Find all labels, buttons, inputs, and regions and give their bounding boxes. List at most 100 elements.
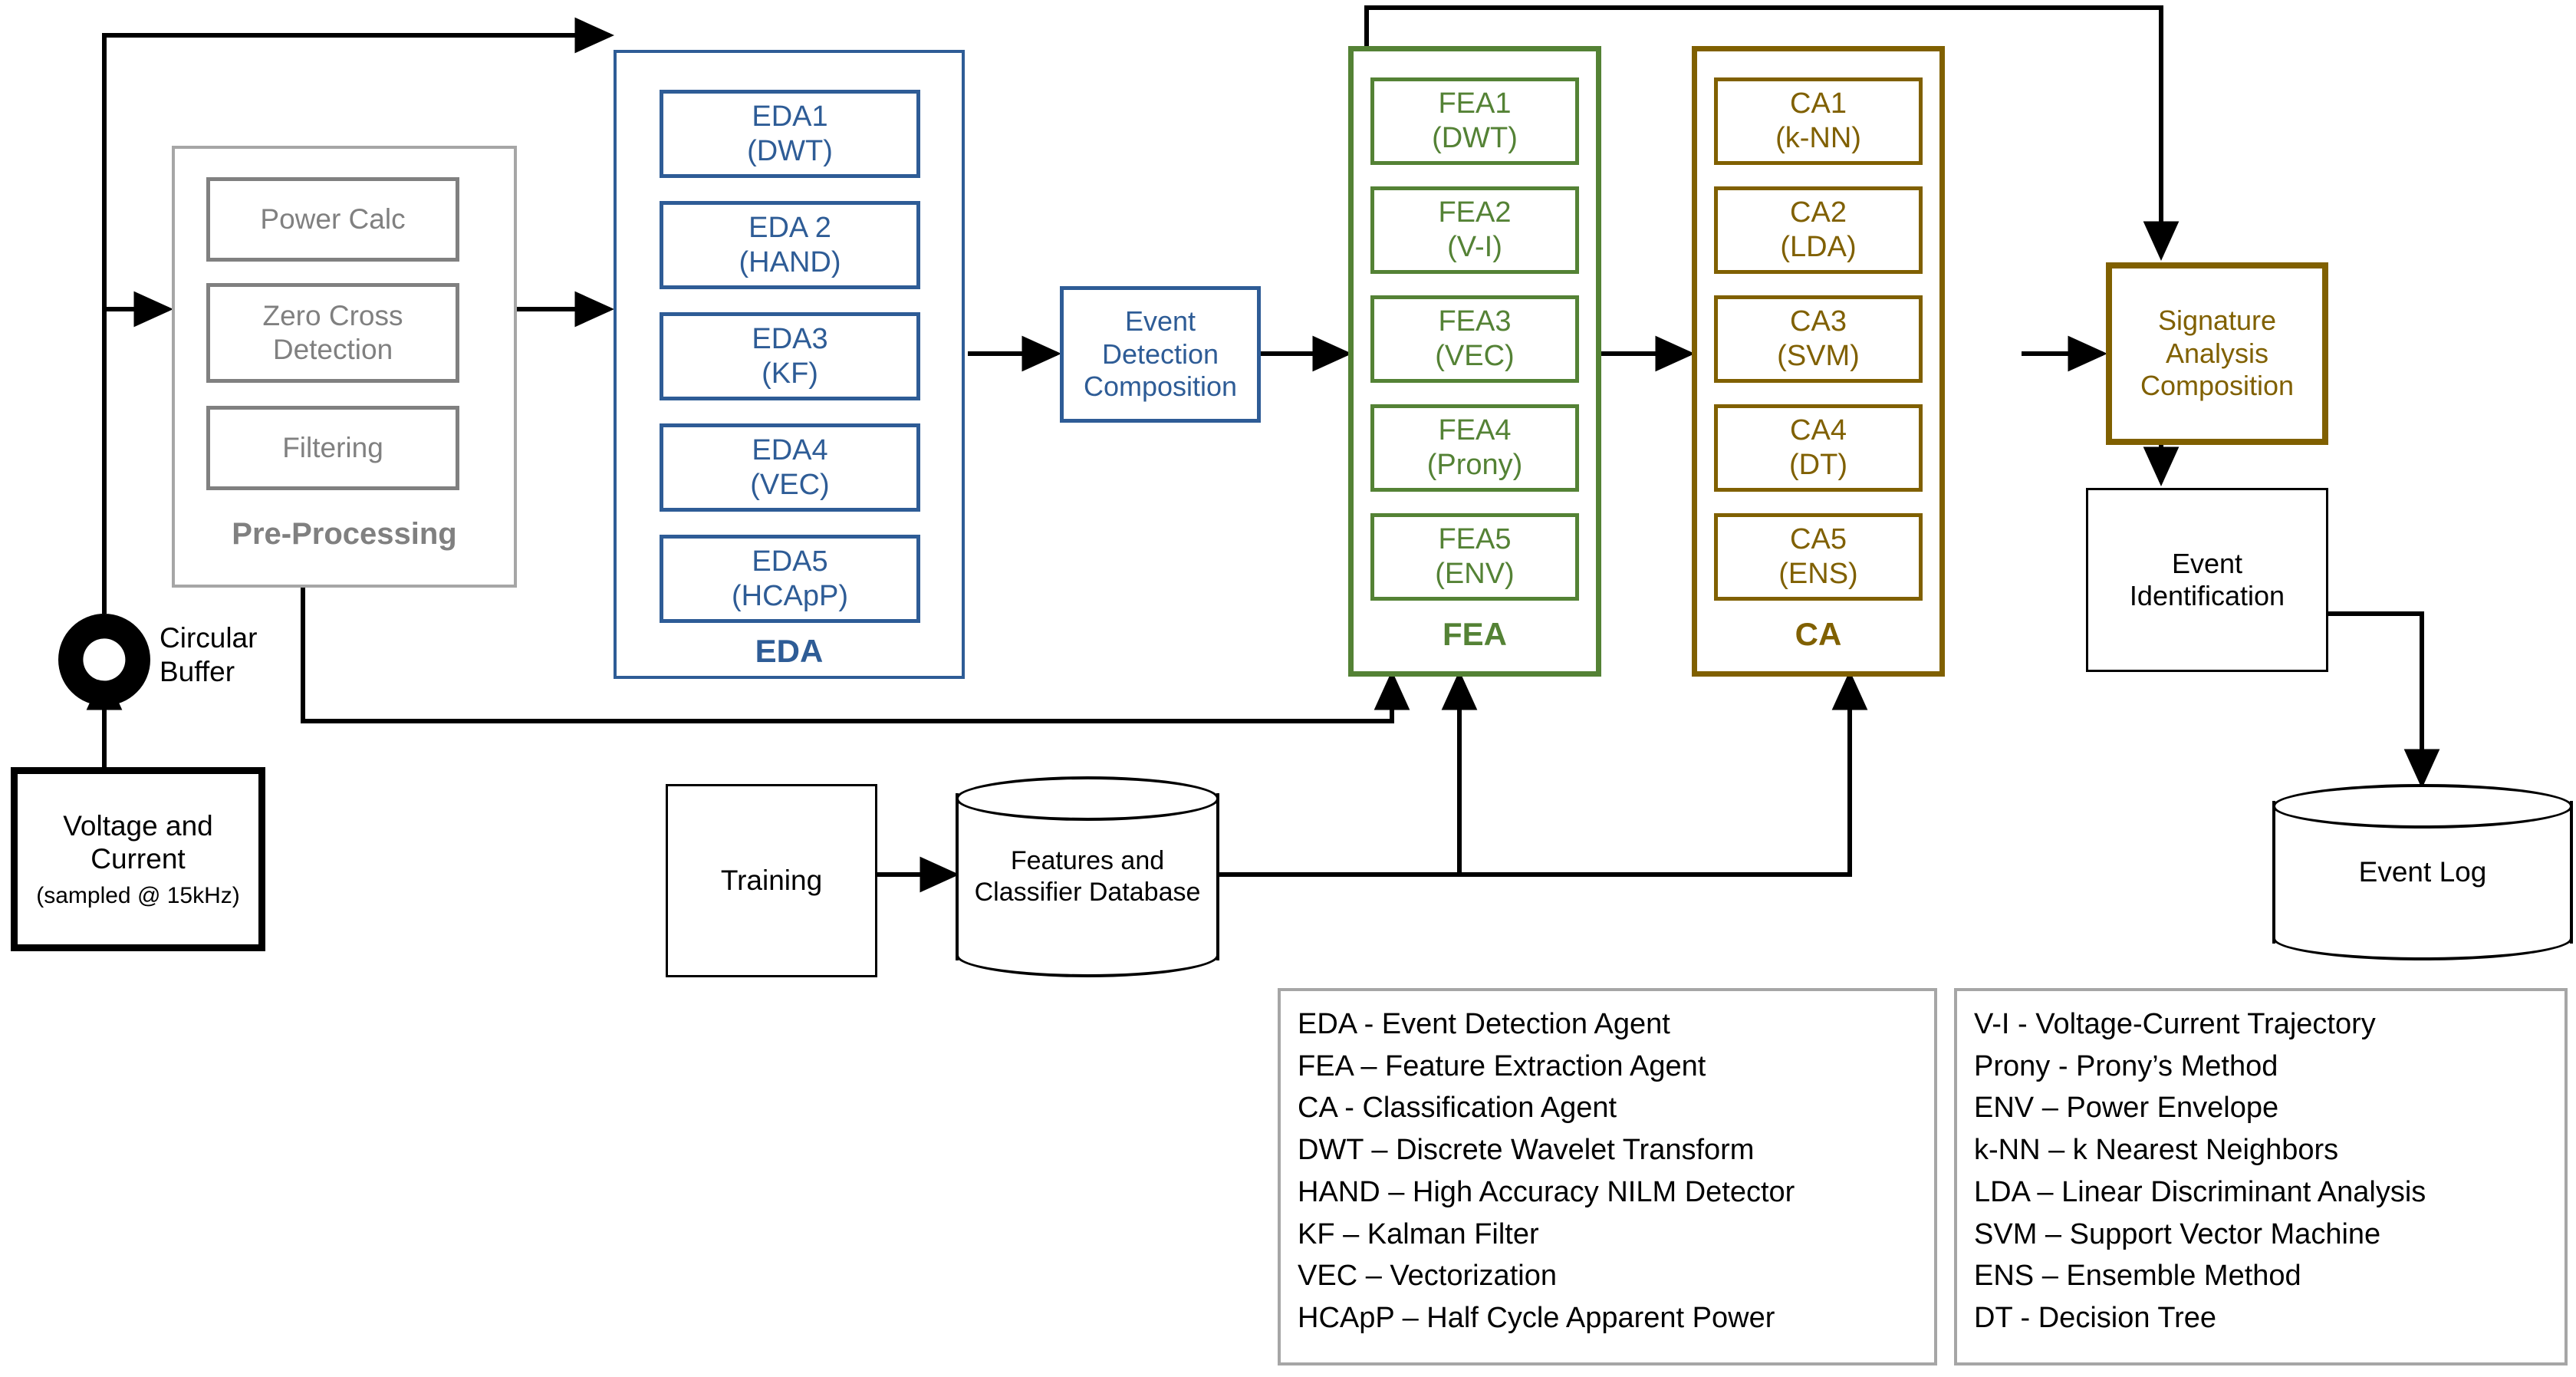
event-detection-composition-box: Event Detection Composition xyxy=(1060,286,1261,423)
ca-agent-4-name: CA4 xyxy=(1790,414,1847,447)
ca-agent-3-name: CA3 xyxy=(1790,305,1847,338)
ca-agent-2: CA2 (LDA) xyxy=(1714,186,1923,274)
ca-agent-5: CA5 (ENS) xyxy=(1714,513,1923,601)
fea-agent-3-name: FEA3 xyxy=(1438,305,1512,338)
features-classifier-database: Features and Classifier Database xyxy=(956,776,1219,977)
preprocessing-label-zero-cross-1: Zero Cross xyxy=(262,300,403,332)
circular-buffer-label: Circular Buffer xyxy=(160,621,344,690)
legend-left-item-1: FEA – Feature Extraction Agent xyxy=(1298,1049,1706,1082)
source-line1: Voltage and xyxy=(63,809,213,842)
sac-line2: Analysis xyxy=(2165,337,2269,369)
legend-left-item-5: KF – Kalman Filter xyxy=(1298,1217,1539,1250)
legend-left-item-2: CA - Classification Agent xyxy=(1298,1092,1617,1125)
eda-agent-2: EDA 2 (HAND) xyxy=(660,201,920,289)
preprocessing-label-filtering: Filtering xyxy=(282,432,383,464)
eda-agent-2-name: EDA 2 xyxy=(748,211,831,244)
event-identification-line1: Event xyxy=(2171,547,2243,579)
legend-right-item-2: ENV – Power Envelope xyxy=(1974,1092,2279,1125)
circular-buffer-line2: Buffer xyxy=(160,656,235,688)
legend-left-item-6: VEC – Vectorization xyxy=(1298,1260,1557,1293)
ca-agent-4: CA4 (DT) xyxy=(1714,404,1923,492)
event-log-cylinder-top xyxy=(2272,784,2573,829)
voltage-current-source-box: Voltage and Current (sampled @ 15kHz) xyxy=(11,767,265,951)
training-box: Training xyxy=(666,784,877,977)
eda-agent-3-method: (KF) xyxy=(762,357,818,390)
eda-agent-1-method: (DWT) xyxy=(747,134,833,167)
fea-agent-1-name: FEA1 xyxy=(1438,87,1512,120)
eda-agent-5-method: (HCApP) xyxy=(731,579,849,612)
preprocessing-block-filtering: Filtering xyxy=(206,406,459,490)
eda-agent-2-method: (HAND) xyxy=(739,245,841,278)
wire-database-to-ca xyxy=(1218,670,1868,877)
ca-agent-2-method: (LDA) xyxy=(1780,231,1857,263)
ca-agent-3-method: (SVM) xyxy=(1777,340,1860,372)
source-line2: Current xyxy=(90,843,186,875)
legend-right-item-7: DT - Decision Tree xyxy=(1974,1302,2217,1335)
preprocessing-label-power-calc: Power Calc xyxy=(260,203,406,236)
legend-left: EDA - Event Detection Agent FEA – Featur… xyxy=(1278,988,1937,1365)
fea-agent-3: FEA3 (VEC) xyxy=(1370,295,1579,383)
fea-agent-2-method: (V-I) xyxy=(1447,231,1502,263)
ca-title: CA xyxy=(1795,616,1842,652)
eda-title: EDA xyxy=(755,633,824,669)
fea-agent-5-method: (ENV) xyxy=(1435,558,1515,590)
fea-agent-5-name: FEA5 xyxy=(1438,523,1512,556)
edc-line2: Detection xyxy=(1101,338,1219,370)
ca-panel: CA1 (k-NN) CA2 (LDA) CA3 (SVM) CA4 (DT) … xyxy=(1692,46,1945,677)
edc-line3: Composition xyxy=(1083,371,1238,403)
signature-analysis-composition-box: Signature Analysis Composition xyxy=(2106,262,2328,445)
fea-agent-2-name: FEA2 xyxy=(1438,196,1512,229)
sac-line1: Signature xyxy=(2157,305,2277,337)
fea-panel: FEA1 (DWT) FEA2 (V-I) FEA3 (VEC) FEA4 (P… xyxy=(1348,46,1601,677)
legend-right-item-0: V-I - Voltage-Current Trajectory xyxy=(1974,1008,2376,1040)
preprocessing-label-zero-cross-2: Detection xyxy=(272,334,393,365)
eda-agent-5: EDA5 (HCApP) xyxy=(660,535,920,623)
features-db-line1: Features and xyxy=(1010,846,1165,876)
fea-agent-5: FEA5 (ENV) xyxy=(1370,513,1579,601)
ca-agent-5-name: CA5 xyxy=(1790,523,1847,556)
legend-left-item-0: EDA - Event Detection Agent xyxy=(1298,1008,1670,1040)
event-log-label: Event Log xyxy=(2358,855,2487,888)
ca-agent-4-method: (DT) xyxy=(1789,449,1847,481)
fea-agent-4: FEA4 (Prony) xyxy=(1370,404,1579,492)
legend-right-item-1: Prony - Prony’s Method xyxy=(1974,1049,2278,1082)
eda-agent-1: EDA1 (DWT) xyxy=(660,90,920,178)
eda-agent-4-method: (VEC) xyxy=(750,468,830,501)
eda-agent-3-name: EDA3 xyxy=(752,322,828,355)
event-identification-line2: Identification xyxy=(2129,580,2285,611)
eda-agent-4: EDA4 (VEC) xyxy=(660,423,920,512)
circular-buffer-line1: Circular xyxy=(160,622,258,654)
legend-right-item-4: LDA – Linear Discriminant Analysis xyxy=(1974,1175,2426,1208)
circular-buffer-icon xyxy=(58,614,150,706)
fea-agent-2: FEA2 (V-I) xyxy=(1370,186,1579,274)
event-identification-box: Event Identification xyxy=(2086,488,2328,672)
ca-agent-1: CA1 (k-NN) xyxy=(1714,77,1923,165)
legend-left-item-4: HAND – High Accuracy NILM Detector xyxy=(1298,1175,1795,1208)
eda-panel: EDA1 (DWT) EDA 2 (HAND) EDA3 (KF) EDA4 (… xyxy=(614,50,965,679)
ca-agent-3: CA3 (SVM) xyxy=(1714,295,1923,383)
preprocessing-block-power-calc: Power Calc xyxy=(206,177,459,262)
fea-agent-4-method: (Prony) xyxy=(1426,449,1523,481)
legend-left-item-3: DWT – Discrete Wavelet Transform xyxy=(1298,1134,1755,1167)
fea-agent-1-method: (DWT) xyxy=(1432,122,1518,154)
preprocessing-panel: Power Calc Zero Cross Detection Filterin… xyxy=(172,146,517,588)
legend-right-item-3: k-NN – k Nearest Neighbors xyxy=(1974,1134,2339,1167)
eda-agent-4-name: EDA4 xyxy=(752,433,828,466)
eda-agent-3: EDA3 (KF) xyxy=(660,312,920,400)
training-label: Training xyxy=(720,865,823,897)
ca-agent-5-method: (ENS) xyxy=(1778,558,1858,590)
ca-agent-2-name: CA2 xyxy=(1790,196,1847,229)
preprocessing-block-zero-cross: Zero Cross Detection xyxy=(206,283,459,383)
features-db-label: Features and Classifier Database xyxy=(956,845,1219,908)
preprocessing-title: Pre-Processing xyxy=(232,517,457,551)
features-db-cylinder-top xyxy=(956,776,1219,821)
fea-agent-1: FEA1 (DWT) xyxy=(1370,77,1579,165)
edc-line1: Event xyxy=(1124,305,1196,338)
legend-left-item-7: HCApP – Half Cycle Apparent Power xyxy=(1298,1302,1775,1335)
features-db-line2: Classifier Database xyxy=(974,878,1201,907)
fea-agent-3-method: (VEC) xyxy=(1435,340,1515,372)
sac-line3: Composition xyxy=(2140,370,2295,402)
ca-agent-1-name: CA1 xyxy=(1790,87,1847,120)
fea-agent-4-name: FEA4 xyxy=(1438,414,1512,447)
legend-right-item-5: SVM – Support Vector Machine xyxy=(1974,1217,2381,1250)
